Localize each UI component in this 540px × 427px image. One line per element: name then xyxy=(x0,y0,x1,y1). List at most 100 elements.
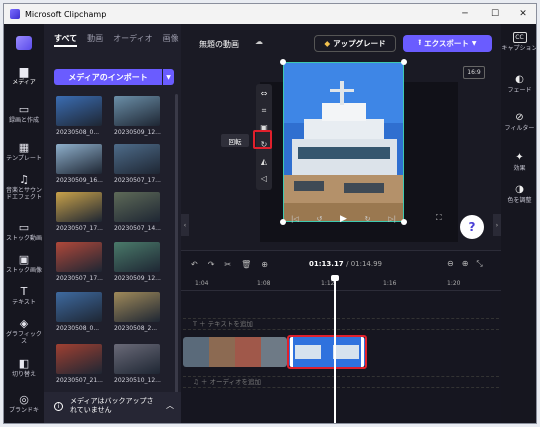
timeline-ruler[interactable]: 1:04 1:08 1:12 1:16 1:20 xyxy=(181,277,501,291)
playhead[interactable] xyxy=(334,277,336,423)
sidebar-item-template[interactable]: ▦ テンプレート xyxy=(4,142,44,162)
sidebar-item-label: ブランドキ xyxy=(8,407,39,414)
fullscreen-icon[interactable]: ⛶ xyxy=(436,213,442,223)
playback-controls: |◁ ↺ ▶ ↻ ▷| xyxy=(291,213,396,225)
total-duration: / 01:14.99 xyxy=(346,260,383,268)
property-item-cc[interactable]: CC キャプション xyxy=(501,32,536,52)
zoom-in-icon[interactable]: ⊕ xyxy=(462,259,469,269)
sidebar-item-text[interactable]: T テキスト xyxy=(4,286,44,306)
property-item-magic-wand[interactable]: ✦ 効果 xyxy=(501,152,536,172)
sidebar-item-label: テンプレート xyxy=(6,155,42,162)
chevron-down-icon: ▼ xyxy=(471,40,477,47)
redo-icon[interactable]: ↷ xyxy=(208,260,215,269)
play-icon[interactable]: ▶ xyxy=(340,214,347,224)
undo-icon[interactable]: ↶ xyxy=(191,260,198,269)
property-item-color-adjust[interactable]: ◑ 色を調整 xyxy=(501,184,536,204)
resize-handle-top-left[interactable] xyxy=(280,59,286,65)
delete-icon[interactable]: 🗑 xyxy=(241,260,251,269)
sidebar-item-image[interactable]: ▣ ストック画像 xyxy=(4,254,44,274)
tab-audio[interactable]: オーディオ xyxy=(113,34,152,47)
help-button[interactable]: ? xyxy=(460,215,484,239)
window-title: Microsoft Clipchamp xyxy=(25,9,107,19)
media-thumbnail-label: 20230509_16... xyxy=(56,177,103,184)
app-window: Microsoft Clipchamp ─ ☐ ✕ ▆ メディア ▭ 録画と作成 ▦ テン… xyxy=(3,3,537,424)
property-item-filter[interactable]: ⊘ フィルター xyxy=(501,112,536,132)
maximize-button[interactable]: ☐ xyxy=(480,4,510,24)
flip-icon[interactable]: ◭ xyxy=(256,154,272,169)
timeline: ↶ ↷ ✂ 🗑 ⊕ 01:13.17 / 01:14.99 ⊖ ⊕ ⤡ 1:04… xyxy=(181,250,501,423)
add-audio-track[interactable]: ♫ ＋ オーディオを追加 xyxy=(183,376,499,388)
project-title[interactable]: 無題の動画 xyxy=(199,39,239,50)
sidebar-item-music[interactable]: ♫ 音楽とサウンドエフェクト xyxy=(4,174,44,201)
zoom-out-icon[interactable]: ⊖ xyxy=(447,259,454,269)
sidebar-item-label: テキスト xyxy=(12,299,36,306)
media-scrollbar[interactable] xyxy=(175,94,178,414)
sidebar-item-label: ストック動画 xyxy=(5,235,42,242)
media-thumbnail[interactable] xyxy=(114,242,160,272)
left-navigation-rail: ▆ メディア ▭ 録画と作成 ▦ テンプレート ♫ 音楽とサウンドエフェクト ▭ ストック動画 ▣ ス… xyxy=(4,24,44,423)
backup-text: メディアはバックアップされていません xyxy=(70,397,154,414)
rewind-5-icon[interactable]: ↺ xyxy=(316,215,322,223)
chevron-up-icon[interactable]: ︿ xyxy=(166,400,174,411)
media-thumbnail[interactable] xyxy=(56,96,102,126)
skip-forward-icon[interactable]: ▷| xyxy=(388,215,396,223)
shapes-icon: ◈ xyxy=(19,317,29,330)
property-item-fade[interactable]: ◐ フェード xyxy=(501,74,536,94)
aspect-ratio-button[interactable]: 16:9 xyxy=(463,66,485,79)
playhead-handle[interactable] xyxy=(331,275,339,281)
export-button[interactable]: ⭱ エクスポート ▼ xyxy=(403,35,492,52)
video-preview[interactable] xyxy=(283,62,404,222)
video-clip-previous[interactable] xyxy=(183,337,287,367)
add-text-track[interactable]: T ＋ テキストを追加 xyxy=(183,318,499,330)
tab-image[interactable]: 画像 xyxy=(163,34,179,47)
minimize-button[interactable]: ─ xyxy=(450,4,480,24)
collapse-right-panel-button[interactable]: › xyxy=(493,214,501,236)
sidebar-item-film[interactable]: ▭ ストック動画 xyxy=(4,222,44,242)
import-media-button[interactable]: メディアのインポート xyxy=(54,69,162,85)
forward-5-icon[interactable]: ↻ xyxy=(365,215,371,223)
ruler-tick: 1:20 xyxy=(447,280,461,287)
tab-video[interactable]: 動画 xyxy=(87,34,103,47)
camera-icon: ▭ xyxy=(18,103,30,116)
media-thumbnail-label: 20230508_2... xyxy=(114,325,158,332)
fit-timeline-icon[interactable]: ⤡ xyxy=(476,259,482,269)
media-thumbnail[interactable] xyxy=(56,192,102,222)
media-thumbnail-label: 20230510_12... xyxy=(114,377,161,384)
close-button[interactable]: ✕ xyxy=(508,4,536,24)
resize-handle-bottom-left[interactable] xyxy=(280,219,286,225)
brand-icon: ◎ xyxy=(19,393,29,406)
media-thumbnail[interactable] xyxy=(56,144,102,174)
media-thumbnail[interactable] xyxy=(56,242,102,272)
media-thumbnail-label: 20230507_17... xyxy=(114,177,161,184)
media-thumbnail-label: 20230508_0... xyxy=(56,129,100,136)
media-thumbnail[interactable] xyxy=(114,96,160,126)
media-thumbnail[interactable] xyxy=(56,344,102,374)
resize-handle-top-right[interactable] xyxy=(401,59,407,65)
upgrade-button[interactable]: ◆ アップグレード xyxy=(314,35,396,52)
sidebar-item-brand[interactable]: ◎ ブランドキ xyxy=(4,394,44,414)
fit-icon[interactable]: ⇔ xyxy=(256,86,272,101)
split-icon[interactable]: ✂ xyxy=(224,260,231,269)
media-thumbnail[interactable] xyxy=(114,192,160,222)
backup-notice[interactable]: i メディアはバックアップされていません ︿ xyxy=(44,392,181,423)
collapse-left-panel-button[interactable]: ‹ xyxy=(181,214,189,236)
resize-handle-bottom-right[interactable] xyxy=(401,219,407,225)
image-icon: ▣ xyxy=(18,253,30,266)
sidebar-item-folder[interactable]: ▆ メディア xyxy=(4,66,44,86)
sidebar-item-shapes[interactable]: ◈ グラフィックス xyxy=(4,318,44,345)
filter-icon: ⊘ xyxy=(515,112,524,123)
media-thumbnail[interactable] xyxy=(114,344,160,374)
speed-icon[interactable]: ◁ xyxy=(256,171,272,186)
tab-all[interactable]: すべて xyxy=(54,34,78,47)
media-thumbnail[interactable] xyxy=(114,144,160,174)
sidebar-item-transition[interactable]: ◧ 切り替え xyxy=(4,358,44,378)
crop-icon[interactable]: ⌗ xyxy=(256,103,272,118)
import-dropdown-button[interactable]: ▼ xyxy=(163,69,174,85)
add-media-icon[interactable]: ⊕ xyxy=(261,260,268,269)
media-thumbnail[interactable] xyxy=(114,292,160,322)
skip-back-icon[interactable]: |◁ xyxy=(291,215,299,223)
media-thumbnail[interactable] xyxy=(56,292,102,322)
sidebar-item-camera[interactable]: ▭ 録画と作成 xyxy=(4,104,44,124)
folder-icon: ▆ xyxy=(19,65,29,78)
info-icon: i xyxy=(54,402,63,411)
